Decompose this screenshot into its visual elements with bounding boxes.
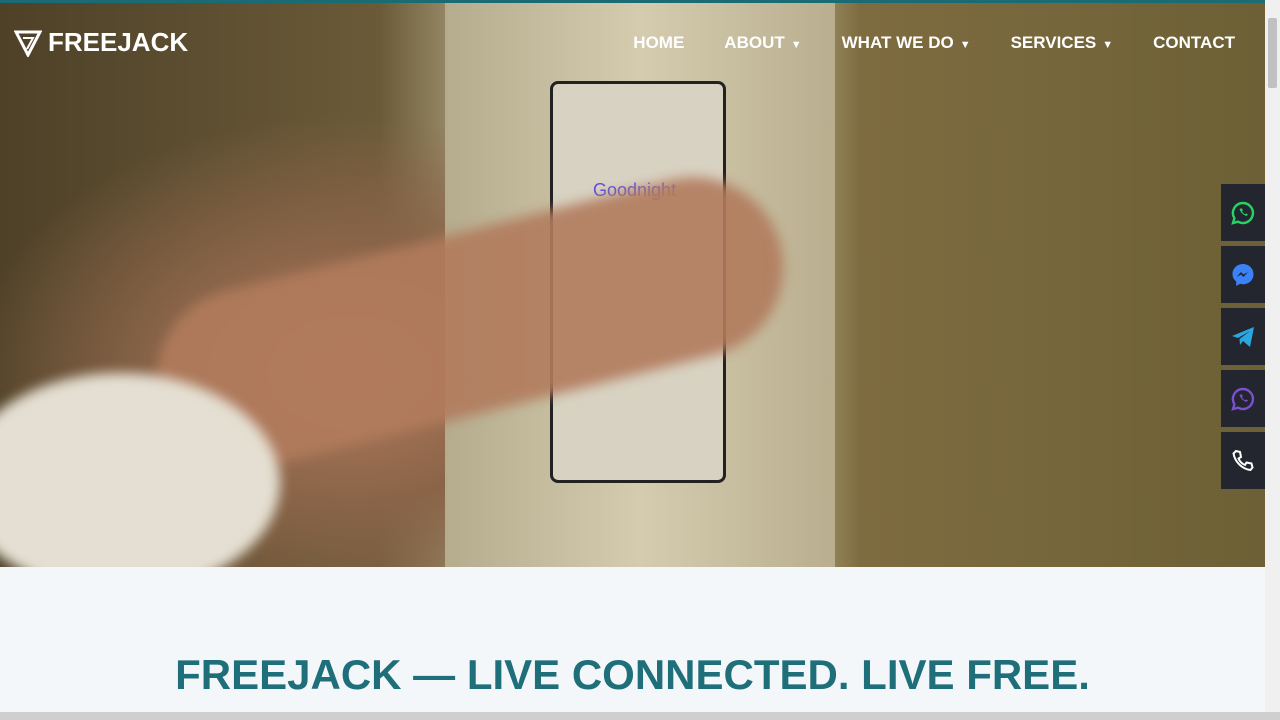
nav-label: WHAT WE DO — [841, 33, 954, 52]
phone-button[interactable] — [1221, 432, 1265, 489]
whatsapp-button[interactable] — [1221, 184, 1265, 241]
nav-services[interactable]: SERVICES ▼ — [1011, 33, 1114, 53]
page-headline: FREEJACK — LIVE CONNECTED. LIVE FREE. — [175, 651, 1090, 698]
horizontal-scrollbar[interactable] — [0, 712, 1280, 720]
logo-icon — [14, 30, 42, 57]
header-nav: FREEJACK HOME ABOUT ▼ WHAT WE DO ▼ SERVICE… — [0, 3, 1265, 81]
nav-label: ABOUT — [724, 33, 785, 52]
scrollbar-thumb[interactable] — [1268, 18, 1277, 88]
logo-text: FREEJACK — [48, 27, 189, 57]
whatsapp-icon — [1231, 201, 1255, 225]
messenger-button[interactable] — [1221, 246, 1265, 303]
telegram-button[interactable] — [1221, 308, 1265, 365]
nav-label: HOME — [633, 33, 685, 52]
main-content: FREEJACK — LIVE CONNECTED. LIVE FREE. — [0, 567, 1265, 712]
vertical-scrollbar[interactable] — [1265, 0, 1280, 712]
telegram-icon — [1232, 326, 1254, 347]
chevron-down-icon: ▼ — [790, 39, 802, 51]
nav-contact[interactable]: CONTACT — [1153, 33, 1235, 53]
hero-video[interactable]: Goodnight — [0, 3, 1265, 567]
nav-label: CONTACT — [1153, 33, 1235, 52]
messenger-icon — [1232, 263, 1254, 286]
nav-what-we-do[interactable]: WHAT WE DO ▼ — [842, 33, 971, 53]
nav-label: SERVICES — [1010, 33, 1097, 52]
phone-icon — [1232, 449, 1254, 471]
nav-about[interactable]: ABOUT ▼ — [724, 33, 801, 53]
viber-button[interactable] — [1221, 370, 1265, 427]
chevron-down-icon: ▼ — [959, 39, 971, 51]
nav-home[interactable]: HOME — [633, 33, 684, 53]
logo[interactable]: FREEJACK — [14, 27, 188, 58]
viber-icon — [1231, 387, 1255, 411]
floating-contact-bar — [1221, 184, 1265, 494]
chevron-down-icon: ▼ — [1102, 39, 1114, 51]
